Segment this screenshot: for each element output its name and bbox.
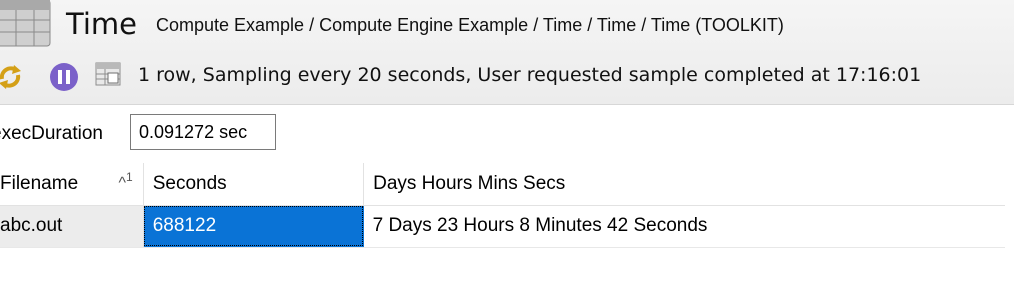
table-header-row: Filename ^1 Seconds Days Hours Mins Secs bbox=[0, 163, 1005, 206]
toolbar: 1 row, Sampling every 20 seconds, User r… bbox=[0, 57, 1014, 93]
cell-filename[interactable]: abc.out bbox=[0, 205, 144, 248]
breadcrumb: Compute Example / Compute Engine Example… bbox=[156, 15, 784, 35]
table-app-icon bbox=[0, 0, 51, 47]
exec-duration-row: execDuration 0.091272 sec bbox=[0, 114, 1014, 154]
status-text: 1 row, Sampling every 20 seconds, User r… bbox=[138, 64, 922, 86]
column-header-filename[interactable]: Filename ^1 bbox=[0, 163, 144, 206]
column-header-seconds[interactable]: Seconds bbox=[143, 163, 365, 206]
results-table: Filename ^1 Seconds Days Hours Mins Secs… bbox=[0, 163, 1005, 248]
column-header-label: Seconds bbox=[152, 172, 227, 194]
page-title: Time bbox=[66, 7, 137, 41]
sort-ascending-icon: ^1 bbox=[118, 170, 133, 192]
column-header-label: Days Hours Mins Secs bbox=[373, 172, 566, 194]
header-panel: Time Compute Example / Compute Engine Ex… bbox=[0, 0, 1014, 104]
cell-seconds[interactable]: 688122 bbox=[143, 205, 364, 248]
table-row[interactable]: abc.out 688122 7 Days 23 Hours 8 Minutes… bbox=[0, 205, 1005, 248]
refresh-icon[interactable] bbox=[0, 61, 26, 93]
exec-duration-value: 0.091272 sec bbox=[130, 114, 276, 150]
cell-days-hours-mins-secs[interactable]: 7 Days 23 Hours 8 Minutes 42 Seconds bbox=[363, 205, 1005, 248]
divider bbox=[0, 104, 1014, 105]
grid-icon[interactable] bbox=[92, 57, 124, 89]
pause-icon[interactable] bbox=[48, 61, 80, 93]
exec-duration-label: execDuration bbox=[0, 123, 103, 144]
column-header-days-hours-mins-secs[interactable]: Days Hours Mins Secs bbox=[363, 163, 1005, 206]
column-header-label: Filename bbox=[0, 172, 79, 194]
